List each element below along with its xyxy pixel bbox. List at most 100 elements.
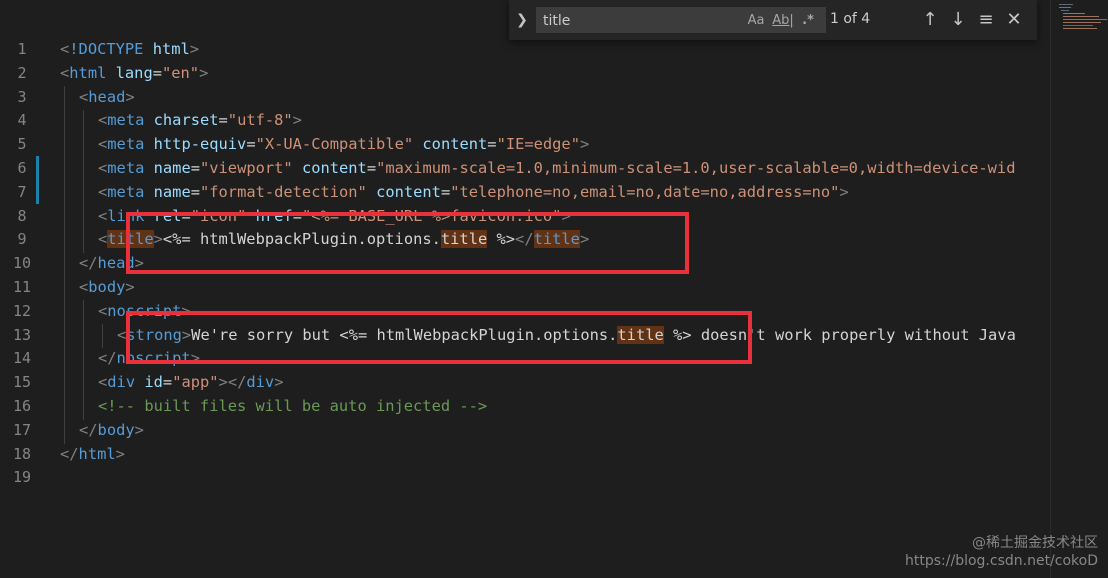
punct: > xyxy=(115,444,125,463)
line-number: 10 xyxy=(12,254,32,273)
attribute-value: "IE=edge" xyxy=(496,135,580,154)
punct: > xyxy=(189,40,200,58)
tag-name: body xyxy=(88,277,126,296)
close-find-button[interactable]: ✕ xyxy=(1003,9,1025,31)
line-number: 3 xyxy=(17,87,27,106)
tag-name: body xyxy=(97,420,135,439)
punct: > xyxy=(125,87,135,106)
chevron-right-icon: ❯ xyxy=(516,12,528,28)
tag-name: html xyxy=(78,444,116,463)
punct: < xyxy=(79,277,89,296)
minimap[interactable] xyxy=(1050,0,1108,578)
punct: < xyxy=(117,325,127,344)
minimap-line xyxy=(1063,16,1099,17)
line-number: 16 xyxy=(12,396,32,415)
equals: = xyxy=(366,158,377,177)
code-line-6[interactable]: <meta name="viewport" content="maximum-s… xyxy=(60,157,1050,181)
punct: < xyxy=(98,158,108,177)
attribute-value: "en" xyxy=(162,63,200,82)
annotation-box-strong xyxy=(126,311,752,364)
find-in-selection-button[interactable]: ≡ xyxy=(975,9,997,31)
annotation-box-title xyxy=(126,212,689,274)
attribute-value: "format-detection" xyxy=(200,182,367,201)
attribute-name: lang xyxy=(115,63,153,82)
equals: = xyxy=(218,111,228,130)
equals: = xyxy=(246,135,256,154)
line-number: 14 xyxy=(12,349,32,368)
toggle-replace-button[interactable]: ❯ xyxy=(515,10,529,30)
code-line-7[interactable]: <meta name="format-detection" content="t… xyxy=(60,181,1050,205)
tag-name: head xyxy=(88,87,126,106)
line-number: 15 xyxy=(12,373,32,392)
tag-name: meta xyxy=(107,111,145,130)
punct: < xyxy=(98,182,108,201)
code-line-11[interactable]: <body> xyxy=(60,276,1050,300)
code-line-2[interactable]: <html lang="en"> xyxy=(60,62,1050,86)
punct: > xyxy=(125,277,135,296)
punct: < xyxy=(60,63,70,82)
attribute-name: name xyxy=(153,158,191,177)
line-number: 18 xyxy=(12,444,32,463)
punct: < xyxy=(79,87,89,106)
line-number: 11 xyxy=(12,277,32,296)
previous-match-button[interactable]: ↑ xyxy=(919,9,941,31)
line-number: 1 xyxy=(17,40,27,58)
punct: </ xyxy=(79,254,98,273)
line-number-gutter: 1 2 3 4 5 6 7 8 9 10 11 12 13 14 15 16 17 18 19 xyxy=(0,38,44,490)
find-input-box[interactable]: Aa Ab| .* xyxy=(536,7,826,33)
match-count: 1 of 4 xyxy=(830,11,871,27)
attribute-value: "viewport" xyxy=(200,158,293,177)
code-line-5[interactable]: <meta http-equiv="X-UA-Compatible" conte… xyxy=(60,133,1050,157)
code-editor[interactable]: 1 2 3 4 5 6 7 8 9 10 11 12 13 14 15 16 17 18 19 <!DOCTYPE … xyxy=(0,0,1050,578)
line-number: 12 xyxy=(12,301,32,320)
punct: > xyxy=(839,182,849,201)
code-comment: <!-- built files will be auto injected -… xyxy=(98,396,488,415)
minimap-line xyxy=(1059,4,1073,5)
punct: < xyxy=(60,40,70,58)
punct: > xyxy=(218,373,228,392)
minimap-line xyxy=(1063,28,1097,29)
use-regex-button[interactable]: .* xyxy=(797,11,819,31)
code-line-1[interactable]: <!DOCTYPE html> xyxy=(60,38,1050,62)
code-line-15[interactable]: <div id="app"></div> xyxy=(60,371,1050,395)
attribute-name: content xyxy=(301,158,367,177)
punct: > xyxy=(134,420,144,439)
attribute-name: id xyxy=(144,373,163,392)
watermark-line-2: https://blog.csdn.net/cokoD xyxy=(905,553,1098,569)
minimap-line xyxy=(1063,22,1101,23)
equals: = xyxy=(190,182,200,201)
line-number: 8 xyxy=(17,206,27,225)
code-line-16[interactable]: <!-- built files will be auto injected -… xyxy=(60,395,1050,419)
list-icon: ≡ xyxy=(978,9,994,30)
tag-name: div xyxy=(246,373,275,392)
code-line-4[interactable]: <meta charset="utf-8"> xyxy=(60,109,1050,133)
next-match-button[interactable]: ↓ xyxy=(947,9,969,31)
tag-name: html xyxy=(69,63,107,82)
equals: = xyxy=(190,158,200,177)
attribute-value: "utf-8" xyxy=(227,111,293,130)
attribute-name: content xyxy=(376,182,441,201)
code-line-17[interactable]: </body> xyxy=(60,419,1050,443)
attribute-name: http-equiv xyxy=(153,135,247,154)
modified-line-marker xyxy=(36,156,39,204)
punct: < xyxy=(98,230,108,249)
attribute-value: "X-UA-Compatible" xyxy=(255,135,414,154)
watermark: @稀土掘金技术社区 https://blog.csdn.net/cokoD xyxy=(905,534,1098,570)
match-case-button[interactable]: Aa xyxy=(745,11,767,31)
code-line-19[interactable] xyxy=(60,466,1050,490)
find-widget: ❯ Aa Ab| .* 1 of 4 ↑ ↓ ≡ ✕ xyxy=(509,0,1037,40)
code-line-3[interactable]: <head> xyxy=(60,86,1050,110)
line-number: 17 xyxy=(12,420,32,439)
minimap-line xyxy=(1063,19,1107,20)
match-whole-word-button[interactable]: Ab| xyxy=(771,11,795,31)
code-line-18[interactable]: </html> xyxy=(60,443,1050,467)
line-number: 5 xyxy=(17,135,27,154)
find-input[interactable] xyxy=(541,10,745,32)
line-number: 4 xyxy=(17,111,27,130)
